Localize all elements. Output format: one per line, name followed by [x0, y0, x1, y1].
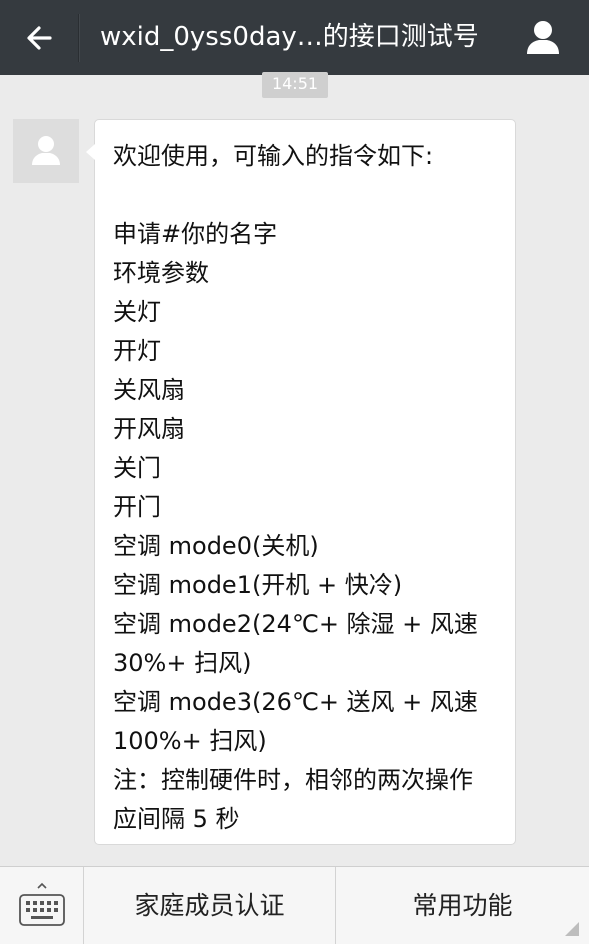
- menu-common-functions-button[interactable]: 常用功能: [336, 867, 589, 944]
- message-line: 开风扇: [113, 415, 185, 443]
- bubble-arrow: [86, 144, 95, 160]
- message-text: 欢迎使用，可输入的指令如下: 申请#你的名字 环境参数 关灯 开灯 关风扇 开风…: [113, 137, 509, 839]
- chat-title: wxid_0yss0day…的接口测试号: [100, 22, 479, 52]
- bottom-menu-bar: 家庭成员认证 常用功能: [0, 866, 589, 944]
- topbar-divider: [78, 14, 79, 62]
- message-line: 开门: [113, 493, 161, 521]
- message-line: 关灯: [113, 298, 161, 326]
- message-line: 空调 mode0(关机): [113, 532, 319, 560]
- message-line: 空调 mode1(开机 + 快冷): [113, 571, 403, 599]
- person-icon: [527, 21, 559, 54]
- menu-family-auth-button[interactable]: 家庭成员认证: [84, 867, 336, 944]
- message-line: 注：控制硬件时，相邻的两次操作: [113, 766, 473, 794]
- message-line: 30%+ 扫风): [113, 649, 252, 677]
- message-line: 空调 mode3(26℃+ 送风 + 风速: [113, 688, 478, 716]
- message-line: 关风扇: [113, 376, 185, 404]
- keyboard-toggle-button[interactable]: [0, 867, 84, 944]
- back-arrow-icon: [27, 26, 52, 50]
- default-avatar-icon: [32, 136, 60, 165]
- submenu-indicator-icon: [565, 922, 579, 936]
- top-bar: wxid_0yss0day…的接口测试号: [0, 0, 589, 75]
- message-line: 申请#你的名字: [113, 220, 278, 248]
- chat-screen: wxid_0yss0day…的接口测试号 14:51 欢迎使用，可输入的指令如下…: [0, 0, 589, 944]
- message-line: [113, 176, 509, 215]
- profile-button[interactable]: [516, 12, 570, 64]
- avatar[interactable]: [13, 119, 79, 183]
- message-line: 环境参数: [113, 259, 209, 287]
- keyboard-icon: [19, 882, 65, 926]
- message-timestamp: 14:51: [262, 72, 328, 98]
- message-line: 空调 mode2(24℃+ 除湿 + 风速: [113, 610, 478, 638]
- message-line: 关门: [113, 454, 161, 482]
- back-button[interactable]: [12, 10, 68, 66]
- message-line: 欢迎使用，可输入的指令如下:: [113, 142, 434, 170]
- message-line: 100%+ 扫风): [113, 727, 267, 755]
- message-line: 应间隔 5 秒: [113, 805, 240, 833]
- message-line: 开灯: [113, 337, 161, 365]
- message-bubble[interactable]: 欢迎使用，可输入的指令如下: 申请#你的名字 环境参数 关灯 开灯 关风扇 开风…: [86, 119, 516, 845]
